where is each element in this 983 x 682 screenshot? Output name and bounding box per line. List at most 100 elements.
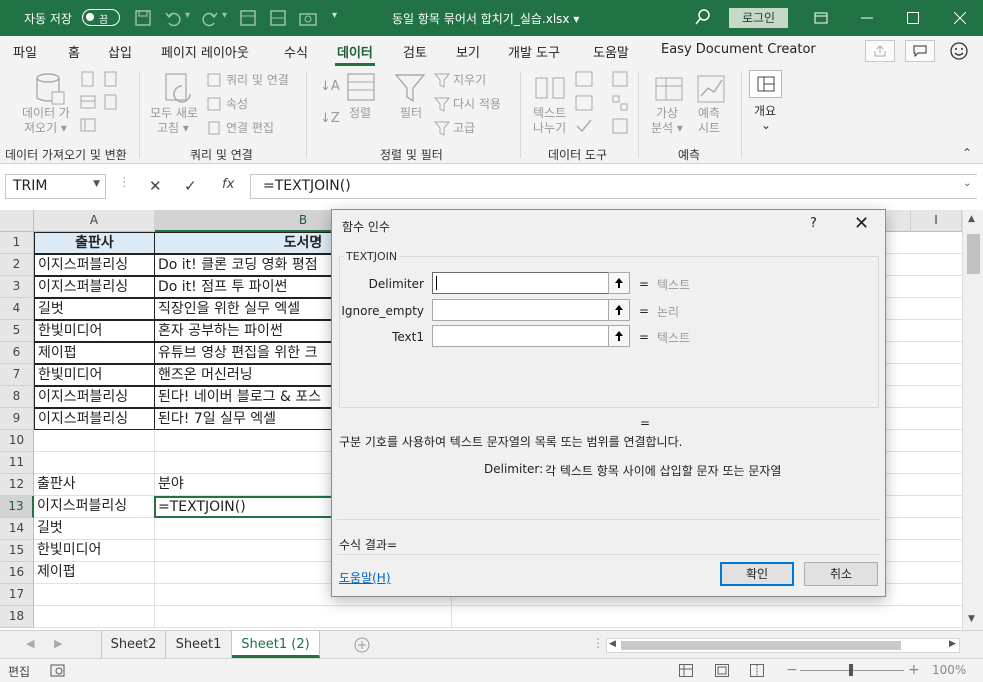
select-all-corner[interactable]	[0, 210, 34, 232]
sort-descending-icon[interactable]: ↓Z	[320, 111, 340, 126]
row-header[interactable]: 7	[0, 364, 34, 386]
text-to-columns-line2[interactable]: 나누기	[533, 121, 566, 136]
flash-fill-icon[interactable]	[575, 71, 593, 87]
data-model-icon[interactable]	[612, 118, 628, 134]
remove-duplicates-icon[interactable]	[575, 95, 593, 111]
row-header[interactable]: 10	[0, 430, 34, 452]
next-sheet-icon[interactable]: ▶	[54, 637, 62, 650]
tab-split-handle[interactable]: ⋮	[592, 636, 604, 650]
scroll-left-icon[interactable]: ◀	[609, 639, 616, 649]
normal-view-icon[interactable]	[679, 664, 693, 677]
row-header[interactable]: 13	[0, 496, 34, 518]
login-button[interactable]: 로그인	[729, 8, 788, 28]
cancel-entry-icon[interactable]: ✕	[149, 177, 162, 195]
forecast-sheet-line2[interactable]: 시트	[698, 121, 720, 136]
scroll-up-icon[interactable]: ▲	[968, 214, 975, 224]
existing-connections-icon[interactable]	[80, 117, 96, 133]
consolidate-icon[interactable]	[612, 71, 628, 87]
vertical-scrollbar[interactable]: ▲ ▼	[962, 210, 983, 630]
tab-formulas[interactable]: 수식	[284, 42, 308, 61]
minimize-icon[interactable]	[844, 0, 890, 36]
text-to-columns-line1[interactable]: 텍스트	[533, 106, 566, 121]
table-cell[interactable]: 이지스퍼블리싱	[34, 254, 155, 276]
tab-page-layout[interactable]: 페이지 레이아웃	[161, 42, 249, 61]
row-header[interactable]: 2	[0, 254, 34, 276]
table-cell[interactable]: 이지스퍼블리싱	[34, 276, 155, 298]
collapse-dialog-button-ignore-empty[interactable]	[608, 299, 630, 321]
from-text-icon[interactable]	[80, 71, 96, 87]
sort-button[interactable]: 정렬	[349, 106, 371, 121]
forecast-sheet-line1[interactable]: 예측	[698, 106, 720, 121]
row-header[interactable]: 6	[0, 342, 34, 364]
column-header-i[interactable]: I	[910, 210, 962, 232]
table-cell[interactable]: 제이펍	[34, 342, 155, 364]
delimiter-input[interactable]	[432, 272, 609, 294]
table-header-cell[interactable]: 출판사	[34, 232, 155, 254]
row-header[interactable]: 8	[0, 386, 34, 408]
redo-icon[interactable]	[200, 8, 220, 28]
name-box[interactable]: TRIM ▼	[5, 174, 106, 199]
get-data-button-line2[interactable]: 져오기 ▾	[24, 121, 67, 136]
column-header-a[interactable]: A	[34, 210, 155, 232]
what-if-line1[interactable]: 가상	[656, 106, 678, 121]
tab-developer[interactable]: 개발 도구	[508, 42, 560, 61]
from-table-icon[interactable]	[80, 94, 96, 110]
collapse-dialog-button-text1[interactable]	[608, 325, 630, 347]
table-cell[interactable]: 이지스퍼블리싱	[34, 386, 155, 408]
horizontal-scrollbar[interactable]: ◀ ▶	[606, 638, 960, 653]
outline-button-frame[interactable]	[749, 70, 782, 98]
sort-ascending-icon[interactable]: ↓A	[320, 79, 340, 94]
form-icon[interactable]	[238, 8, 258, 28]
tab-data[interactable]: 데이터	[335, 42, 375, 66]
expand-formula-bar-icon[interactable]: ⌄	[963, 178, 971, 189]
zoom-in-icon[interactable]: +	[908, 662, 920, 678]
data-validation-icon[interactable]	[575, 118, 593, 134]
row-header[interactable]: 12	[0, 474, 34, 496]
lower-cell[interactable]: 이지스퍼블리싱	[34, 496, 155, 518]
row-header[interactable]: 1	[0, 232, 34, 254]
cancel-button[interactable]: 취소	[804, 562, 878, 586]
customize-qat-icon[interactable]: ▾	[332, 10, 352, 30]
row-header[interactable]: 4	[0, 298, 34, 320]
tab-help[interactable]: 도움말	[593, 42, 629, 61]
refresh-all-button-line2[interactable]: 고침 ▾	[157, 121, 189, 136]
search-icon[interactable]	[694, 8, 712, 26]
undo-icon[interactable]	[163, 8, 183, 28]
sheet-tab-sheet2[interactable]: Sheet2	[101, 631, 166, 658]
edit-links-button[interactable]: 연결 편집	[226, 121, 274, 136]
what-if-line2[interactable]: 분석 ▾	[651, 121, 683, 136]
autosave-toggle[interactable]: 끔	[82, 9, 120, 26]
ribbon-display-options-icon[interactable]	[798, 0, 844, 36]
tab-view[interactable]: 보기	[456, 42, 480, 61]
empty-cell[interactable]	[155, 606, 452, 628]
advanced-button[interactable]: 고급	[453, 121, 475, 136]
horizontal-scroll-thumb[interactable]	[621, 641, 901, 650]
row-header[interactable]: 9	[0, 408, 34, 430]
row-header[interactable]: 18	[0, 606, 34, 628]
add-sheet-icon[interactable]	[354, 637, 370, 653]
more-options-icon[interactable]: ⋮	[118, 175, 131, 190]
tab-insert[interactable]: 삽입	[108, 42, 132, 61]
recent-sources-icon[interactable]	[103, 94, 119, 110]
tab-file[interactable]: 파일	[13, 42, 37, 61]
close-icon[interactable]	[937, 0, 983, 36]
zoom-out-icon[interactable]: −	[786, 662, 798, 678]
lower-cell[interactable]: 제이펍	[34, 562, 155, 584]
dialog-help-button[interactable]: ?	[810, 216, 817, 231]
maximize-icon[interactable]	[890, 0, 936, 36]
empty-cell[interactable]	[34, 584, 155, 606]
layout-icon[interactable]	[268, 8, 288, 28]
name-box-dropdown-icon[interactable]: ▼	[93, 179, 100, 189]
row-header[interactable]: 16	[0, 562, 34, 584]
get-data-button-line1[interactable]: 데이터 가	[22, 106, 70, 121]
camera-icon[interactable]	[298, 8, 318, 28]
table-cell[interactable]: 한빛미디어	[34, 364, 155, 386]
page-break-view-icon[interactable]	[750, 664, 764, 677]
empty-cell[interactable]	[34, 452, 155, 474]
ok-button[interactable]: 확인	[720, 562, 794, 586]
prev-sheet-icon[interactable]: ◀	[26, 637, 34, 650]
reapply-button[interactable]: 다시 적용	[453, 97, 501, 112]
table-cell[interactable]: 이지스퍼블리싱	[34, 408, 155, 430]
share-button[interactable]	[865, 40, 895, 62]
filter-button[interactable]: 필터	[400, 106, 422, 121]
